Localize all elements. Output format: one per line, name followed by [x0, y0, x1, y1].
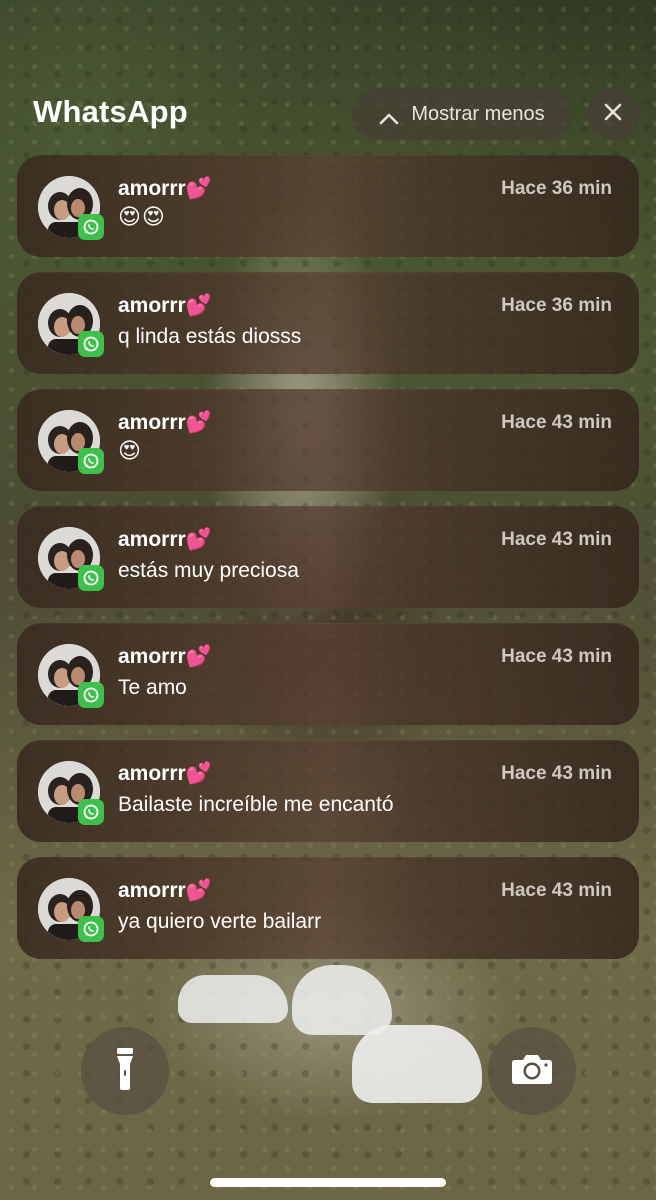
contact-avatar — [38, 761, 104, 825]
close-button[interactable] — [587, 88, 639, 140]
notification-card[interactable]: amorrr💕 Hace 43 min 😍 — [17, 389, 639, 491]
camera-icon — [511, 1053, 553, 1090]
contact-avatar — [38, 293, 104, 357]
whatsapp-icon — [78, 214, 104, 240]
message-preview: Te amo — [118, 676, 187, 699]
show-less-label: Mostrar menos — [411, 102, 545, 125]
message-preview: ya quiero verte bailarr — [118, 910, 322, 933]
timestamp: Hace 43 min — [501, 646, 612, 667]
sender-name: amorrr💕 — [118, 645, 212, 668]
wallpaper-shoe-front — [352, 1025, 482, 1103]
contact-avatar — [38, 176, 104, 240]
contact-avatar — [38, 878, 104, 942]
message-preview: 😍😍 — [118, 204, 166, 229]
notification-card[interactable]: amorrr💕 Hace 43 min Bailaste increíble m… — [17, 740, 639, 842]
timestamp: Hace 43 min — [501, 412, 612, 433]
camera-button[interactable] — [488, 1027, 576, 1115]
close-icon — [603, 102, 623, 127]
show-less-button[interactable]: Mostrar menos — [352, 88, 572, 140]
sender-name: amorrr💕 — [118, 411, 212, 434]
message-preview: q linda estás diosss — [118, 325, 302, 348]
timestamp: Hace 36 min — [501, 295, 612, 316]
contact-avatar — [38, 527, 104, 591]
sender-name: amorrr💕 — [118, 528, 212, 551]
whatsapp-icon — [78, 682, 104, 708]
sender-name: amorrr💕 — [118, 879, 212, 902]
sender-name: amorrr💕 — [118, 762, 212, 785]
contact-avatar — [38, 644, 104, 708]
timestamp: Hace 43 min — [501, 763, 612, 784]
wallpaper-shoe-left — [178, 975, 288, 1023]
whatsapp-icon — [78, 799, 104, 825]
flashlight-button[interactable] — [81, 1027, 169, 1115]
message-preview: 😍 — [118, 438, 142, 463]
notification-card[interactable]: amorrr💕 Hace 43 min Te amo — [17, 623, 639, 725]
sender-name: amorrr💕 — [118, 294, 212, 317]
message-preview: Bailaste increíble me encantó — [118, 793, 394, 816]
timestamp: Hace 43 min — [501, 529, 612, 550]
timestamp: Hace 36 min — [501, 178, 612, 199]
whatsapp-icon — [78, 331, 104, 357]
message-preview: estás muy preciosa — [118, 559, 299, 582]
notification-card[interactable]: amorrr💕 Hace 43 min ya quiero verte bail… — [17, 857, 639, 959]
notification-card[interactable]: amorrr💕 Hace 43 min estás muy preciosa — [17, 506, 639, 608]
chevron-up-icon — [379, 108, 399, 125]
app-group-title: WhatsApp — [33, 94, 188, 129]
notification-card[interactable]: amorrr💕 Hace 36 min 😍😍 — [17, 155, 639, 257]
flashlight-icon — [114, 1046, 136, 1097]
contact-avatar — [38, 410, 104, 474]
notification-card[interactable]: amorrr💕 Hace 36 min q linda estás diosss — [17, 272, 639, 374]
timestamp: Hace 43 min — [501, 880, 612, 901]
whatsapp-icon — [78, 916, 104, 942]
whatsapp-icon — [78, 448, 104, 474]
whatsapp-icon — [78, 565, 104, 591]
sender-name: amorrr💕 — [118, 177, 212, 200]
home-indicator[interactable] — [210, 1178, 446, 1187]
